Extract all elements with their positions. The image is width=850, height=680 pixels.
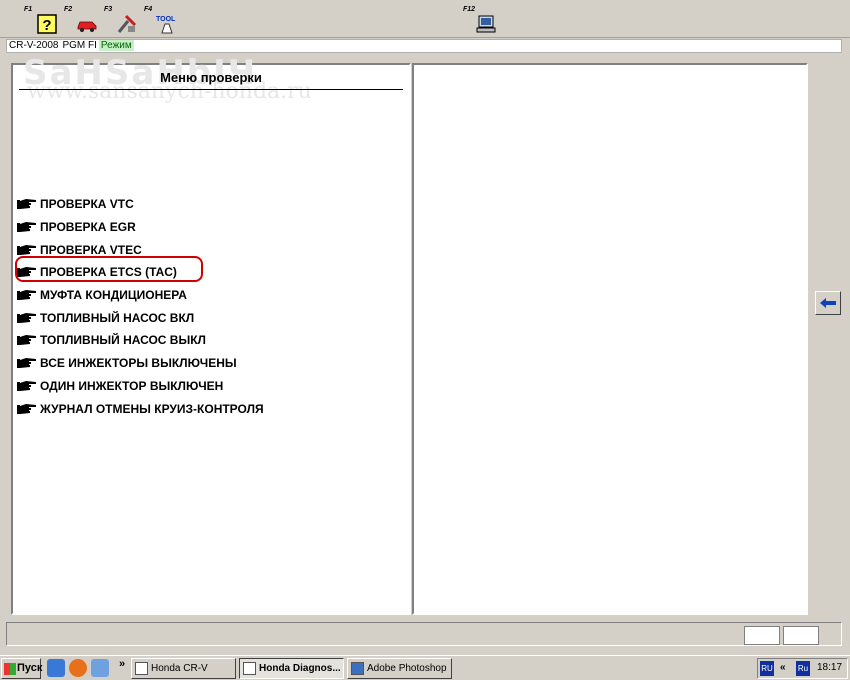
menu-item-label: ПРОВЕРКА VTC (40, 197, 134, 212)
menu-item-label: ПРОВЕРКА ETCS (TAC) (40, 265, 177, 280)
menu-item-vtc[interactable]: ПРОВЕРКА VTC (17, 193, 264, 216)
back-button[interactable] (815, 291, 841, 315)
tool-icon: TOOL (156, 16, 176, 34)
menu-item-label: МУФТА КОНДИЦИОНЕРА (40, 288, 187, 303)
menu-item-label: ОДИН ИНЖЕКТОР ВЫКЛЮЧЕН (40, 378, 224, 393)
f3-tools-button[interactable]: F3 (102, 3, 140, 36)
menu-item-label: ПРОВЕРКА VTEC (40, 242, 142, 257)
menu-item-etcs[interactable]: ПРОВЕРКА ETCS (TAC) (17, 261, 264, 284)
task-label: Adobe Photoshop (367, 663, 447, 674)
pointing-hand-icon (17, 222, 36, 233)
detail-panel (412, 63, 808, 615)
task-honda-crv[interactable]: Honda CR-V (131, 658, 236, 679)
menu-item-vtec[interactable]: ПРОВЕРКА VTEC (17, 238, 264, 261)
help-icon: ? (37, 14, 57, 34)
test-menu-list: ПРОВЕРКА VTC ПРОВЕРКА EGR ПРОВЕРКА VTEC … (17, 193, 264, 420)
pointing-hand-icon (17, 199, 36, 210)
window-icon (135, 662, 148, 675)
pointing-hand-icon (17, 244, 36, 255)
pointing-hand-icon (17, 358, 36, 369)
pointing-hand-icon (17, 403, 36, 414)
task-photoshop[interactable]: Adobe Photoshop (347, 658, 452, 679)
taskbar: Пуск » Honda CR-V Honda Diagnos... Adobe… (0, 655, 850, 680)
car-icon (77, 21, 97, 32)
pointing-hand-icon (17, 290, 36, 301)
windows-logo-icon (4, 663, 16, 675)
svg-text:?: ? (42, 17, 51, 34)
photoshop-icon (351, 662, 364, 675)
diagnostic-app-icon (243, 662, 256, 675)
task-label: Honda CR-V (151, 663, 208, 674)
start-button[interactable]: Пуск (1, 658, 43, 679)
notepad-icon[interactable] (91, 659, 109, 677)
vehicle-status-bar: CR-V-2008 PGM FI Режим (6, 39, 842, 53)
tool-icon-text: TOOL (156, 16, 176, 23)
menu-item-all-injectors-off[interactable]: ВСЕ ИНЖЕКТОРЫ ВЫКЛЮЧЕНЫ (17, 352, 264, 375)
pointing-hand-icon (17, 380, 36, 391)
system-tray: RU « Ru 18:17 (757, 658, 848, 679)
pointing-hand-icon (17, 335, 36, 346)
f1-help-button[interactable]: F1 ? (22, 3, 60, 36)
f2-vehicle-button[interactable]: F2 (62, 3, 100, 36)
vehicle-model: CR-V-2008 (9, 40, 59, 51)
f4-tool-button[interactable]: F4 TOOL (142, 3, 180, 36)
menu-item-fuel-pump-off[interactable]: ТОПЛИВНЫЙ НАСОС ВЫКЛ (17, 329, 264, 352)
tools-icon (117, 14, 137, 33)
menu-item-one-injector-off[interactable]: ОДИН ИНЖЕКТОР ВЫКЛЮЧЕН (17, 375, 264, 398)
menu-item-cruise-log[interactable]: ЖУРНАЛ ОТМЕНЫ КРУИЗ-КОНТРОЛЯ (17, 397, 264, 420)
status-field-2 (783, 626, 819, 645)
pointing-hand-icon (17, 267, 36, 278)
keyboard-layout-indicator[interactable]: Ru (796, 661, 810, 676)
f3-key-label: F3 (104, 6, 113, 13)
clock: 18:17 (817, 662, 843, 673)
task-label: Honda Diagnos... (259, 663, 341, 674)
test-menu-panel: SaHSaHbIЧ www.sansanych-honda.ru Меню пр… (11, 53, 411, 615)
title-divider (19, 89, 403, 90)
left-arrow-icon (820, 298, 836, 308)
menu-item-label: ТОПЛИВНЫЙ НАСОС ВЫКЛ (40, 333, 206, 348)
quicklaunch-chevron[interactable]: » (119, 658, 125, 670)
language-indicator[interactable]: RU (760, 661, 774, 676)
f4-key-label: F4 (144, 6, 153, 13)
menu-item-ac-clutch[interactable]: МУФТА КОНДИЦИОНЕРА (17, 284, 264, 307)
f1-key-label: F1 (24, 6, 33, 13)
system-name: PGM FI (62, 40, 97, 51)
pointing-hand-icon (17, 312, 36, 323)
mode-label: Режим (98, 40, 134, 51)
menu-item-label: ТОПЛИВНЫЙ НАСОС ВКЛ (40, 310, 195, 325)
firefox-icon[interactable] (69, 659, 87, 677)
menu-item-label: ЖУРНАЛ ОТМЕНЫ КРУИЗ-КОНТРОЛЯ (40, 401, 264, 416)
computer-icon (476, 15, 496, 33)
menu-title: Меню проверки (160, 70, 262, 85)
menu-item-label: ПРОВЕРКА EGR (40, 220, 136, 235)
bottom-status-bar (6, 622, 842, 646)
status-field-1 (744, 626, 780, 645)
ie-icon[interactable] (47, 659, 65, 677)
f12-key-label: F12 (463, 6, 476, 13)
menu-item-fuel-pump-on[interactable]: ТОПЛИВНЫЙ НАСОС ВКЛ (17, 306, 264, 329)
tray-expand-arrows[interactable]: « (780, 662, 786, 673)
f2-key-label: F2 (64, 6, 73, 13)
task-honda-diagnostic[interactable]: Honda Diagnos... (239, 658, 344, 679)
menu-item-label: ВСЕ ИНЖЕКТОРЫ ВЫКЛЮЧЕНЫ (40, 356, 237, 371)
menu-item-egr[interactable]: ПРОВЕРКА EGR (17, 216, 264, 239)
f12-pc-button[interactable]: F12 (461, 3, 499, 36)
toolbar: F1 ? F2 F3 F4 TOOL F12 (0, 0, 850, 38)
start-label: Пуск (17, 662, 43, 674)
